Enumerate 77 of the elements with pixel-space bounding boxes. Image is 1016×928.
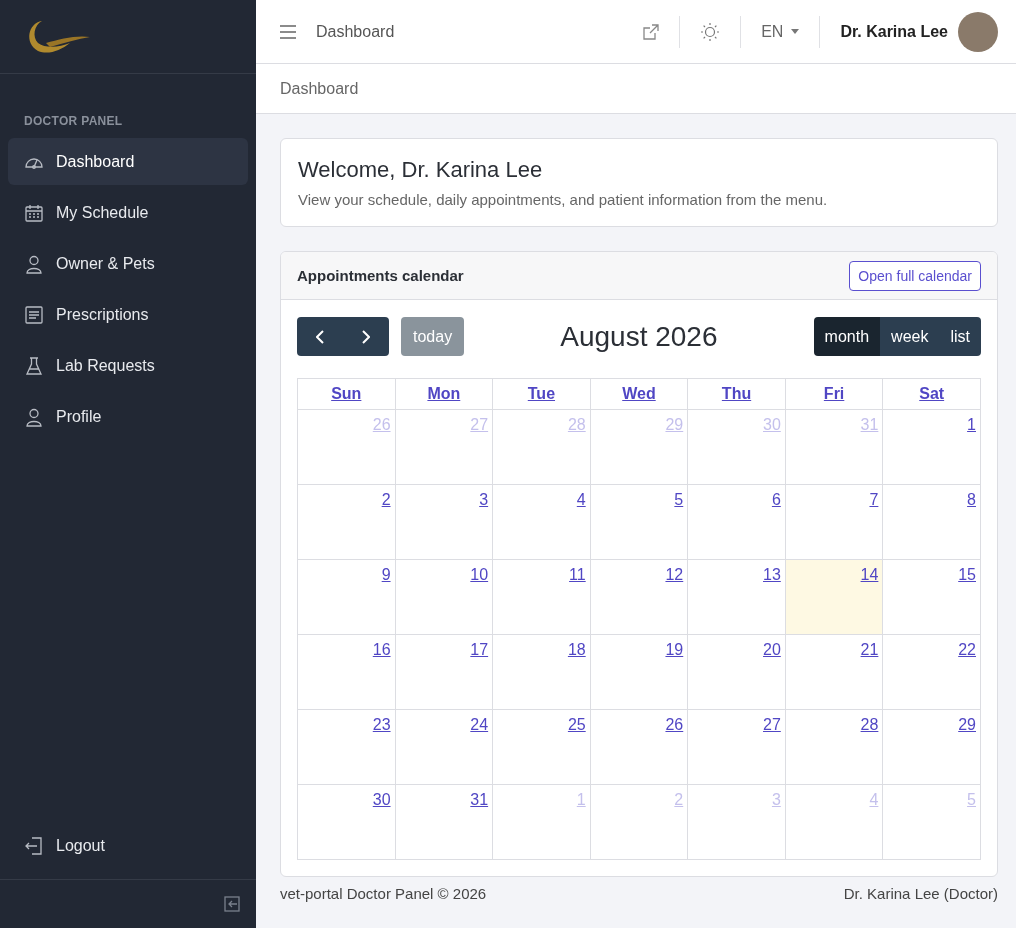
day-number[interactable]: 28 bbox=[860, 716, 879, 733]
day-number[interactable]: 25 bbox=[567, 716, 586, 733]
view-button[interactable]: week bbox=[880, 317, 940, 356]
day-number[interactable]: 31 bbox=[470, 791, 489, 808]
sidebar-item[interactable]: Lab Requests bbox=[8, 342, 248, 389]
caret-icon bbox=[791, 29, 800, 34]
menu-icon[interactable] bbox=[280, 24, 296, 39]
day-number[interactable]: 17 bbox=[470, 641, 489, 658]
today-cell[interactable]: 14 bbox=[785, 559, 883, 635]
logout-icon bbox=[24, 835, 44, 856]
day-number[interactable]: 18 bbox=[567, 641, 586, 658]
weekday-link[interactable]: Thu bbox=[721, 385, 752, 402]
chevron-right-icon bbox=[362, 329, 370, 344]
avatar[interactable] bbox=[958, 11, 998, 52]
day-number[interactable]: 3 bbox=[479, 491, 489, 508]
day-number[interactable]: 12 bbox=[665, 566, 684, 583]
day-number[interactable]: 16 bbox=[372, 641, 391, 658]
breadcrumb[interactable]: Dashboard bbox=[280, 79, 359, 98]
person-icon bbox=[24, 253, 44, 274]
day-number[interactable]: 11 bbox=[569, 566, 586, 583]
day-number[interactable]: 24 bbox=[470, 716, 489, 733]
day-number[interactable]: 15 bbox=[958, 566, 976, 583]
welcome-text: View your schedule, daily appointments, and patient information from the menu. bbox=[298, 191, 829, 208]
previous-button[interactable] bbox=[297, 317, 343, 356]
external-link-icon[interactable] bbox=[643, 23, 660, 40]
day-number[interactable]: 27 bbox=[763, 716, 781, 733]
next-button[interactable] bbox=[343, 317, 389, 356]
sidebar-item[interactable]: Profile bbox=[8, 393, 248, 440]
chevron-left-icon bbox=[316, 329, 324, 344]
day-number[interactable]: 21 bbox=[860, 641, 879, 658]
page-title: Dashboard bbox=[316, 22, 395, 41]
weekday-link[interactable]: Sun bbox=[331, 385, 362, 402]
weekday-link[interactable]: Sat bbox=[919, 385, 945, 402]
sidebar-item[interactable]: Dashboard bbox=[8, 138, 248, 185]
day-number[interactable]: 23 bbox=[372, 716, 391, 733]
day-number[interactable]: 22 bbox=[958, 641, 976, 658]
view-button[interactable]: list bbox=[939, 317, 981, 356]
user-name[interactable]: Dr. Karina Lee bbox=[840, 22, 948, 41]
document-icon bbox=[24, 304, 44, 325]
weekday-link[interactable]: Mon bbox=[427, 385, 461, 402]
collapse-icon[interactable] bbox=[224, 896, 240, 912]
day-number[interactable]: 7 bbox=[869, 491, 879, 508]
sidebar-item[interactable]: Prescriptions bbox=[8, 291, 248, 338]
footer-user: Dr. Karina Lee (Doctor) bbox=[843, 885, 998, 902]
open-calendar-button[interactable]: Open full calendar bbox=[849, 260, 981, 291]
day-number[interactable]: 30 bbox=[372, 791, 391, 808]
day-number[interactable]: 2 bbox=[381, 491, 391, 508]
day-number[interactable]: 5 bbox=[674, 491, 684, 508]
calendar-title: Appointments calendar bbox=[297, 267, 464, 284]
flask-icon bbox=[24, 355, 44, 376]
day-number[interactable]: 1 bbox=[967, 416, 976, 433]
day-number[interactable]: 4 bbox=[576, 491, 586, 508]
month-title: August 2026 bbox=[559, 320, 719, 353]
welcome-title: Welcome, Dr. Karina Lee bbox=[298, 157, 544, 183]
section-title: DOCTOR PANEL bbox=[23, 113, 124, 130]
weekday-link[interactable]: Fri bbox=[823, 385, 845, 402]
weekday-link[interactable]: Wed bbox=[622, 385, 656, 402]
day-number[interactable]: 13 bbox=[763, 566, 781, 583]
day-number[interactable]: 20 bbox=[763, 641, 781, 658]
person-icon bbox=[24, 406, 44, 427]
view-button[interactable]: month bbox=[813, 317, 881, 356]
sun-icon[interactable] bbox=[700, 21, 721, 42]
day-number[interactable]: 9 bbox=[381, 566, 391, 583]
day-number[interactable]: 8 bbox=[967, 491, 976, 508]
day-number[interactable]: 29 bbox=[958, 716, 976, 733]
day-number[interactable]: 19 bbox=[665, 641, 684, 658]
day-number[interactable]: 14 bbox=[860, 566, 879, 583]
sidebar-item[interactable]: My Schedule bbox=[8, 189, 248, 236]
logout-link[interactable]: Logout bbox=[8, 822, 248, 869]
weekday-link[interactable]: Tue bbox=[527, 385, 556, 402]
calendar-icon bbox=[24, 202, 44, 223]
day-number[interactable]: 10 bbox=[470, 566, 489, 583]
language-dropdown[interactable]: EN bbox=[761, 22, 800, 41]
sidebar-item[interactable]: Owner & Pets bbox=[8, 240, 248, 287]
day-number[interactable]: 26 bbox=[665, 716, 684, 733]
day-number[interactable]: 6 bbox=[771, 491, 781, 508]
footer-text: vet-portal Doctor Panel © 2026 bbox=[280, 885, 487, 902]
